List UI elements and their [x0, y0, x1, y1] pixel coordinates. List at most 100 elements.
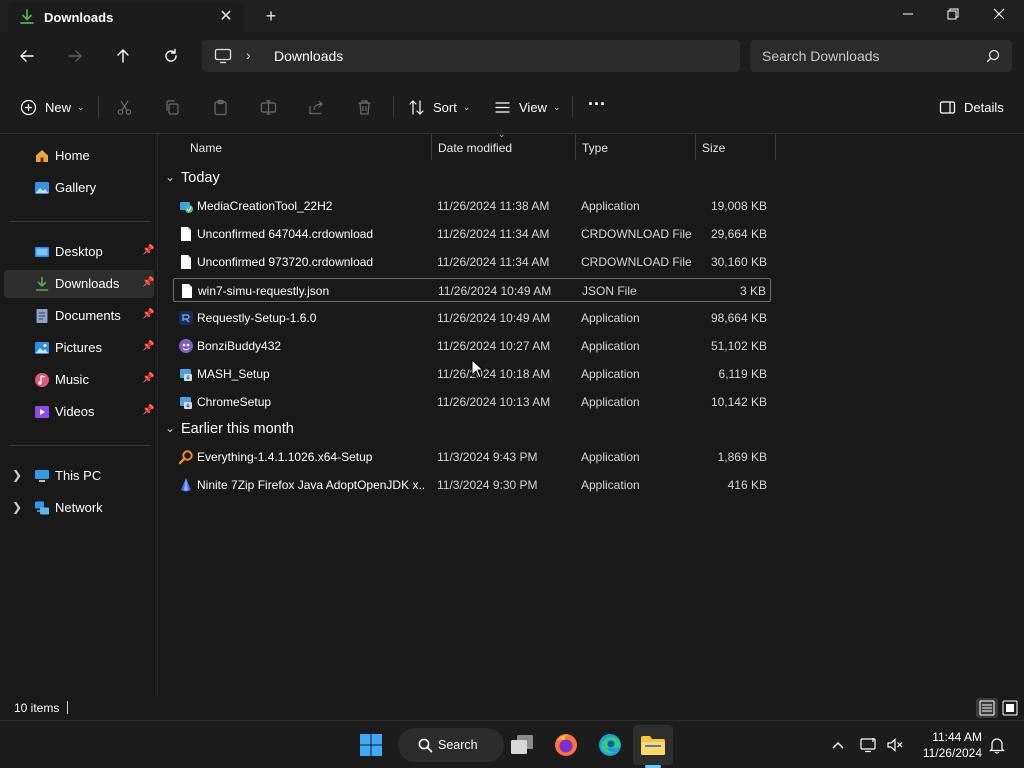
taskbar-search-button[interactable]: Search: [398, 728, 504, 762]
file-date: 11/26/2024 11:34 AM: [437, 255, 550, 269]
column-divider[interactable]: [775, 134, 776, 160]
details-pane-icon: [939, 100, 956, 114]
chevron-right-icon[interactable]: ❯: [12, 500, 22, 514]
new-tab-button[interactable]: +: [258, 3, 284, 29]
rename-button[interactable]: [260, 92, 277, 122]
new-button[interactable]: New ⌄: [20, 92, 85, 122]
media-creation-icon: [180, 202, 193, 213]
file-type: JSON File: [582, 284, 637, 298]
table-row[interactable]: Everything-1.4.1.1026.x64-Setup 11/3/202…: [173, 445, 771, 469]
firefox-app[interactable]: [546, 725, 586, 765]
minimize-button[interactable]: [885, 0, 931, 30]
file-size: 10,142 KB: [710, 395, 767, 409]
restore-icon: [947, 8, 959, 20]
notifications-button[interactable]: [987, 733, 1007, 757]
search-box[interactable]: [750, 40, 1012, 72]
share-button[interactable]: [308, 92, 325, 122]
more-options-icon: ···: [588, 93, 606, 114]
plus-circle-icon: [20, 99, 37, 115]
file-type: CRDOWNLOAD File: [581, 255, 692, 269]
home-icon: [36, 150, 48, 162]
address-bar[interactable]: › Downloads: [202, 40, 740, 72]
sidebar-item-label: This PC: [55, 468, 102, 483]
refresh-icon: [165, 48, 177, 62]
tiles-view-button[interactable]: [999, 698, 1021, 718]
more-options-button[interactable]: ···: [588, 89, 606, 119]
table-row[interactable]: Unconfirmed 973720.crdownload 11/26/2024…: [173, 250, 771, 274]
volume-button[interactable]: [885, 733, 905, 757]
column-header-name[interactable]: Name: [173, 134, 431, 162]
sort-button[interactable]: Sort ⌄: [408, 92, 470, 122]
details-pane-button[interactable]: Details: [939, 92, 1004, 122]
column-header-label: Type: [582, 141, 609, 155]
sidebar-item-documents[interactable]: Documents 📌: [4, 302, 154, 330]
start-button[interactable]: [351, 725, 391, 765]
sidebar-item-pictures[interactable]: Pictures 📌: [4, 334, 154, 362]
sidebar-item-desktop[interactable]: Desktop 📌: [4, 238, 154, 266]
group-header-earlier-this-month[interactable]: ⌄ Earlier this month: [165, 420, 345, 442]
view-button[interactable]: View ⌄: [494, 92, 561, 122]
sidebar-item-home[interactable]: Home: [4, 142, 154, 170]
table-row[interactable]: Ninite 7Zip Firefox Java AdoptOpenJDK x.…: [173, 473, 771, 497]
breadcrumb-separator[interactable]: ›: [246, 47, 251, 63]
share-icon: [309, 100, 323, 114]
divider: [10, 221, 150, 222]
restore-button[interactable]: [930, 0, 976, 30]
taskbar-clock[interactable]: 11:44 AM 11/26/2024: [912, 729, 982, 761]
table-row[interactable]: BonziBuddy432 11/26/2024 10:27 AM Applic…: [173, 334, 771, 358]
file-size: 416 KB: [727, 478, 767, 492]
sidebar-item-videos[interactable]: Videos 📌: [4, 398, 154, 426]
edge-icon: [599, 734, 621, 756]
sort-icon: [409, 99, 424, 115]
table-row[interactable]: win7-simu-requestly.json 11/26/2024 10:4…: [173, 278, 771, 302]
sidebar-item-label: Pictures: [55, 340, 102, 355]
copy-icon: [166, 99, 179, 115]
sidebar-item-music[interactable]: Music 📌: [4, 366, 154, 394]
table-row[interactable]: Requestly-Setup-1.6.0 11/26/2024 10:49 A…: [173, 306, 771, 330]
network-status-button[interactable]: [859, 733, 879, 757]
trash-icon: [358, 99, 371, 115]
chevron-down-icon: ⌄: [462, 101, 471, 112]
file-size: 1,869 KB: [717, 450, 767, 464]
task-view-button[interactable]: [502, 725, 542, 765]
sidebar-item-label: Desktop: [55, 244, 103, 259]
paste-button[interactable]: [212, 92, 229, 122]
forward-button[interactable]: [59, 40, 91, 72]
pin-icon: 📌: [142, 373, 155, 384]
close-tab-icon[interactable]: ✕: [214, 5, 238, 29]
table-row[interactable]: ChromeSetup 11/26/2024 10:13 AM Applicat…: [173, 390, 771, 414]
group-header-today[interactable]: ⌄ Today: [165, 169, 285, 191]
refresh-button[interactable]: [155, 40, 187, 72]
item-count: 10 items: [14, 701, 60, 715]
copy-button[interactable]: [164, 92, 181, 122]
file-explorer-app[interactable]: [633, 725, 673, 765]
table-row[interactable]: MediaCreationTool_22H2 11/26/2024 11:38 …: [173, 194, 771, 218]
table-row[interactable]: Unconfirmed 647044.crdownload 11/26/2024…: [173, 222, 771, 246]
delete-button[interactable]: [356, 92, 373, 122]
up-button[interactable]: [107, 40, 139, 72]
sidebar-item-gallery[interactable]: Gallery: [4, 174, 154, 202]
cut-button[interactable]: [116, 92, 133, 122]
sidebar-item-downloads[interactable]: Downloads 📌: [4, 270, 154, 298]
close-window-button[interactable]: [976, 0, 1022, 30]
sidebar-item-this-pc[interactable]: ❯ This PC: [4, 462, 154, 490]
column-header-label: Name: [190, 141, 223, 155]
details-view-button[interactable]: [976, 698, 998, 718]
column-header-type[interactable]: Type: [576, 134, 695, 162]
file-icon: [181, 227, 191, 241]
music-icon: [35, 373, 49, 387]
pin-icon: 📌: [142, 245, 155, 256]
sidebar-item-network[interactable]: ❯ Network: [4, 494, 154, 522]
column-header-size[interactable]: Size: [696, 134, 775, 162]
search-input[interactable]: [762, 47, 982, 65]
tab-downloads[interactable]: Downloads ✕: [8, 2, 244, 32]
show-hidden-icons-button[interactable]: [828, 733, 848, 757]
back-button[interactable]: [11, 40, 43, 72]
pin-icon: 📌: [142, 341, 155, 352]
edge-app[interactable]: [590, 725, 630, 765]
chevron-right-icon[interactable]: ❯: [12, 468, 22, 482]
column-header-date[interactable]: Date modified ⌄: [432, 129, 575, 162]
breadcrumb-downloads[interactable]: Downloads: [274, 48, 343, 64]
cut-icon: [117, 100, 132, 115]
windows-logo-icon: [360, 734, 382, 756]
